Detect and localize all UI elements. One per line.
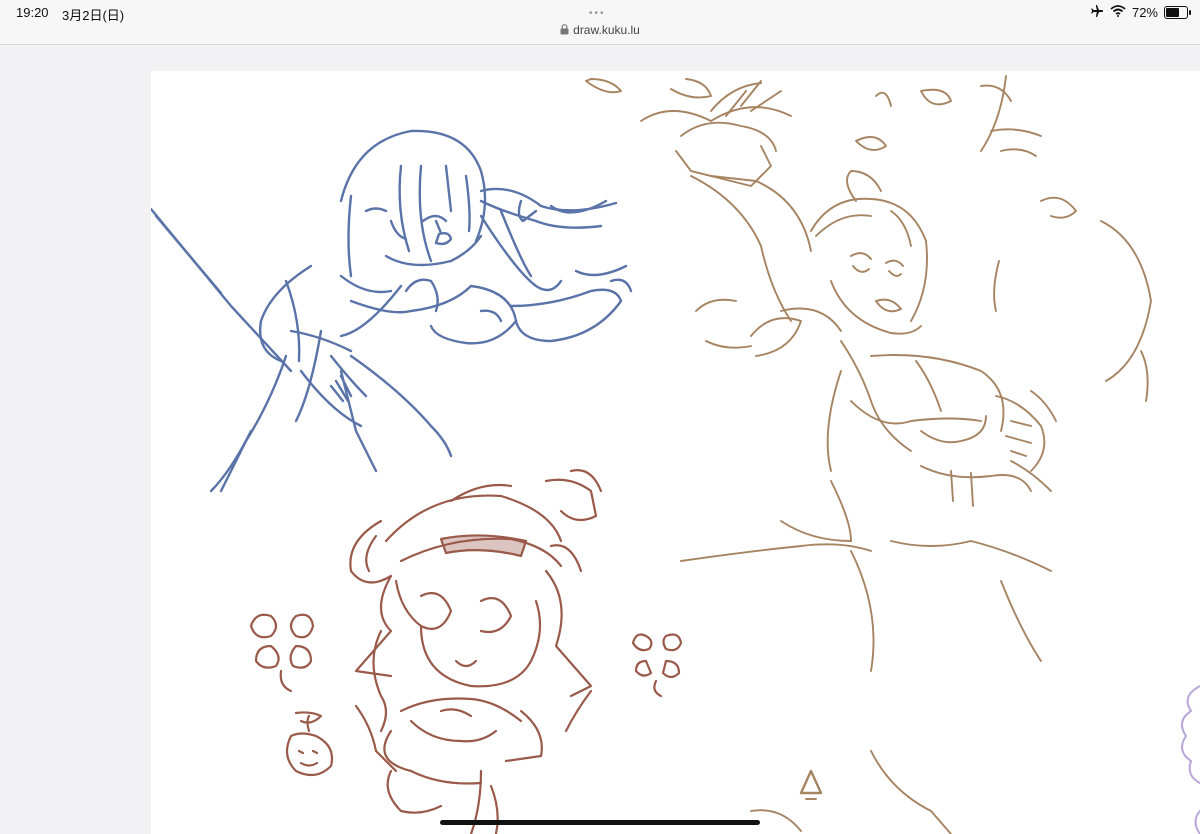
battery-percent: 72% — [1131, 4, 1158, 20]
blue-character-sketch — [151, 129, 633, 493]
speech-bubble-text: 我が 才を見よ! — [1191, 306, 1200, 432]
lock-icon — [560, 24, 569, 38]
url-text: draw.kuku.lu — [573, 23, 640, 37]
speech-line-2: 才を見よ! — [1197, 306, 1200, 432]
browser-menu-dots[interactable]: ••• — [589, 8, 606, 19]
status-time: 19:20 — [16, 5, 49, 20]
home-indicator[interactable] — [440, 820, 760, 825]
airplane-icon — [1090, 4, 1104, 21]
sketch-layer — [151, 75, 1200, 834]
battery-icon — [1164, 5, 1191, 19]
address-bar[interactable]: draw.kuku.lu — [0, 23, 1200, 38]
lavender-partial-sketch — [1181, 685, 1200, 834]
wifi-icon — [1110, 4, 1126, 20]
brown-character-sketch — [249, 469, 683, 834]
status-indicators: 72% — [1090, 4, 1191, 21]
drawing-canvas[interactable]: 我が 才を見よ! — [151, 71, 1200, 834]
status-bar: 19:20 3月2日(日) ••• draw.kuku.lu 72% — [0, 0, 1200, 45]
tan-character-sketch — [585, 75, 1152, 834]
status-date: 3月2日(日) — [62, 8, 125, 23]
